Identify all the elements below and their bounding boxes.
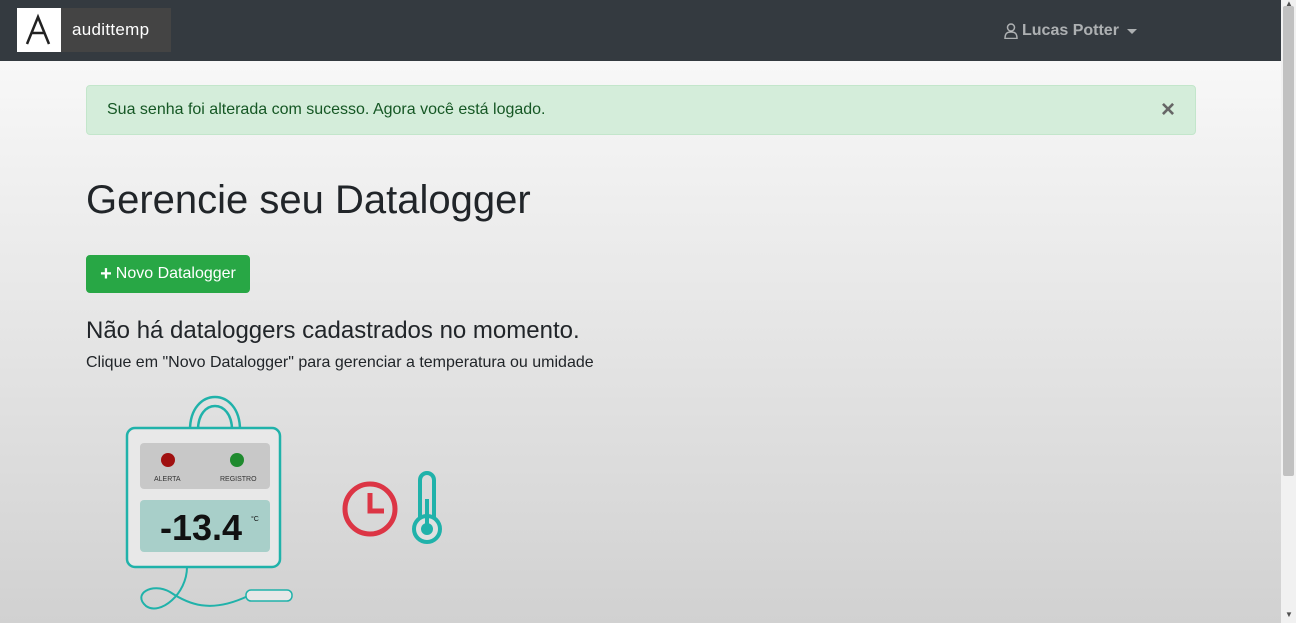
brand[interactable]: audittemp xyxy=(17,8,171,52)
chevron-down-icon xyxy=(1126,28,1137,34)
temperature-reading: -13.4 xyxy=(160,507,242,548)
brand-name: audittemp xyxy=(72,20,150,39)
success-alert: Sua senha foi alterada com sucesso. Agor… xyxy=(86,85,1196,135)
scrollbar-thumb[interactable] xyxy=(1283,6,1294,476)
user-menu-dropdown[interactable]: Lucas Potter xyxy=(1004,20,1137,42)
main-content: Sua senha foi alterada com sucesso. Agor… xyxy=(0,61,1281,623)
user-name: Lucas Potter xyxy=(1022,22,1119,39)
datalogger-illustration: ALERTA REGISTRO -13.4 °C xyxy=(125,395,293,610)
scroll-down-icon[interactable]: ▼ xyxy=(1285,611,1293,619)
temperature-unit: °C xyxy=(251,515,259,523)
new-datalogger-label: Novo Datalogger xyxy=(115,265,236,282)
new-datalogger-button[interactable]: + Novo Datalogger xyxy=(86,255,250,293)
brand-logo xyxy=(17,8,61,52)
page-title: Gerencie seu Datalogger xyxy=(86,178,531,222)
thermometer-icon xyxy=(412,471,442,544)
empty-state-subtitle: Clique em "Novo Datalogger" para gerenci… xyxy=(86,354,594,371)
record-led-label: REGISTRO xyxy=(220,476,257,483)
close-icon[interactable]: × xyxy=(1161,98,1175,122)
clock-icon xyxy=(342,481,398,537)
page-scrollbar[interactable]: ▲ ▼ xyxy=(1281,0,1296,623)
alert-message: Sua senha foi alterada com sucesso. Agor… xyxy=(107,101,546,118)
status-icons xyxy=(342,471,442,544)
user-icon xyxy=(1004,23,1018,39)
plus-icon: + xyxy=(100,263,112,285)
top-navbar: audittemp Lucas Potter xyxy=(0,0,1281,61)
empty-state-title: Não há dataloggers cadastrados no moment… xyxy=(86,317,580,344)
alert-led-label: ALERTA xyxy=(154,476,181,483)
